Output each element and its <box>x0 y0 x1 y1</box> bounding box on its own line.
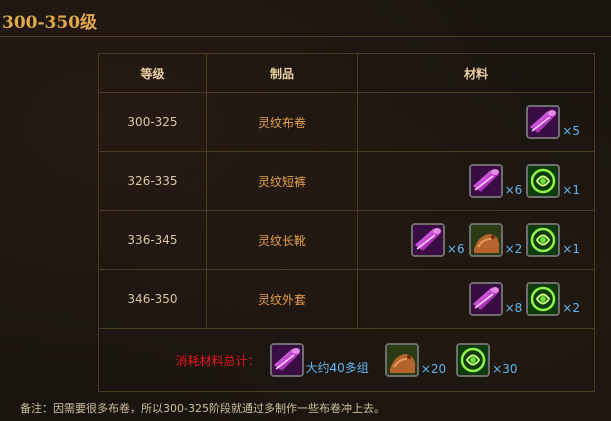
material-qty: ×2 <box>562 301 580 315</box>
item-cell: 灵纹外套 <box>206 269 358 329</box>
material-entry: ×6 <box>410 223 465 257</box>
material-entry: ×30 <box>456 343 517 377</box>
table-header-row: 等级 制品 材料 <box>98 53 595 93</box>
total-row: 消耗材料总计： 大约40多组 ×20 ×30 <box>98 328 595 392</box>
footnote: 备注：因需要很多布卷，所以300-325阶段就通过多制作一些布卷冲上去。 <box>20 402 385 415</box>
level-cell: 300-325 <box>98 92 207 152</box>
item-cell: 灵纹长靴 <box>206 210 358 270</box>
header-item: 制品 <box>206 53 358 93</box>
cloth-roll-icon[interactable] <box>269 343 304 377</box>
material-entry: ×8 <box>468 282 523 316</box>
materials-cell: ×8 ×2 <box>357 269 595 329</box>
section-heading: 300-350级 <box>2 13 98 33</box>
cloth-roll-icon[interactable] <box>410 223 445 257</box>
material-qty: ×1 <box>562 242 580 256</box>
level-cell: 336-345 <box>98 210 207 270</box>
item-cell: 灵纹短裤 <box>206 151 358 211</box>
material-qty: ×20 <box>420 362 447 376</box>
material-entry: ×2 <box>468 223 523 257</box>
materials-table: 等级 制品 材料 300-325 灵纹布卷 ×5 326-335 灵纹短裤 ×6 <box>98 53 595 392</box>
material-qty: 大约40多组 <box>305 361 369 375</box>
heading-divider <box>0 36 611 37</box>
material-qty: ×6 <box>446 242 465 256</box>
material-entry: ×1 <box>526 164 580 198</box>
table-row: 326-335 灵纹短裤 ×6 ×1 <box>98 151 595 211</box>
material-entry: 大约40多组 <box>269 343 369 377</box>
cloth-roll-icon[interactable] <box>468 282 503 316</box>
leather-icon[interactable] <box>468 223 503 257</box>
materials-cell: ×6 ×1 <box>357 151 595 211</box>
leather-icon[interactable] <box>384 343 419 377</box>
material-entry: ×6 <box>468 164 523 198</box>
header-level: 等级 <box>98 53 207 93</box>
material-qty: ×30 <box>492 362 518 376</box>
material-entry: ×2 <box>526 282 580 316</box>
materials-cell: ×5 <box>357 92 595 152</box>
material-qty: ×6 <box>504 183 523 197</box>
green-rune-icon[interactable] <box>456 343 491 377</box>
material-qty: ×8 <box>504 301 523 315</box>
item-cell: 灵纹布卷 <box>206 92 358 152</box>
cloth-roll-icon[interactable] <box>526 105 561 139</box>
material-qty: ×1 <box>562 183 580 197</box>
level-cell: 326-335 <box>98 151 207 211</box>
total-cell: 消耗材料总计： 大约40多组 ×20 ×30 <box>98 328 595 392</box>
material-entry: ×5 <box>526 105 580 139</box>
header-materials: 材料 <box>357 53 595 93</box>
material-qty: ×2 <box>504 242 523 256</box>
total-label: 消耗材料总计： <box>175 353 260 368</box>
cloth-roll-icon[interactable] <box>468 164 503 198</box>
green-rune-icon[interactable] <box>526 282 561 316</box>
green-rune-icon[interactable] <box>526 164 561 198</box>
green-rune-icon[interactable] <box>526 223 561 257</box>
level-cell: 346-350 <box>98 269 207 329</box>
material-qty: ×5 <box>562 124 580 138</box>
material-entry: ×20 <box>384 343 447 377</box>
table-row: 336-345 灵纹长靴 ×6 ×2 ×1 <box>98 210 595 270</box>
table-row: 300-325 灵纹布卷 ×5 <box>98 92 595 152</box>
table-row: 346-350 灵纹外套 ×8 ×2 <box>98 269 595 329</box>
materials-cell: ×6 ×2 ×1 <box>357 210 595 270</box>
material-entry: ×1 <box>526 223 580 257</box>
